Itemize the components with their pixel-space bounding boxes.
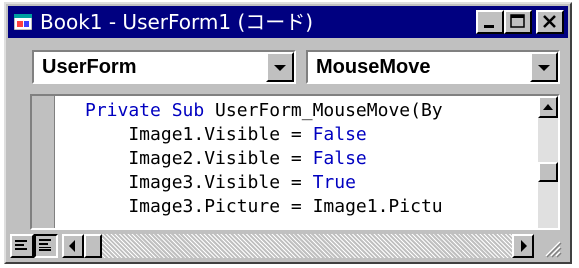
code-keyword: False (312, 148, 367, 169)
vertical-scrollbar[interactable] (538, 96, 558, 228)
code-line: Private Sub UserForm_MouseMove(By (85, 100, 443, 122)
horizontal-scrollbar[interactable] (62, 234, 534, 258)
maximize-button[interactable] (504, 10, 532, 34)
horizontal-scroll-thumb[interactable] (84, 234, 102, 258)
arrow-right-icon (521, 240, 527, 252)
code-text: Image1.Visible = (85, 124, 313, 145)
code-keyword: False (312, 124, 367, 145)
full-module-view-icon (39, 239, 51, 251)
code-line: Image3.Picture = Image1.Pictu (85, 196, 443, 218)
chevron-down-icon (538, 65, 550, 71)
vba-form-icon[interactable] (14, 14, 32, 30)
resize-grip-icon[interactable] (540, 236, 562, 258)
code-line: Image3.Visible = True (85, 172, 356, 194)
close-icon (543, 15, 556, 28)
code-window: Book1 - UserForm1 (コード) UserForm MouseMo… (4, 2, 572, 264)
title-bar[interactable]: Book1 - UserForm1 (コード) (8, 6, 568, 38)
object-dropdown-value: UserForm (42, 56, 137, 78)
procedure-view-icon (15, 240, 27, 250)
close-button[interactable] (536, 10, 564, 34)
object-dropdown[interactable]: UserForm (32, 50, 296, 84)
scroll-up-button[interactable] (538, 96, 558, 118)
full-module-view-button[interactable] (34, 234, 58, 258)
code-keyword: Private Sub (85, 100, 205, 121)
minimize-button[interactable] (476, 10, 504, 34)
maximize-icon (510, 14, 525, 28)
scroll-left-button[interactable] (62, 234, 84, 258)
window-title: Book1 - UserForm1 (コード) (40, 10, 314, 34)
arrow-left-icon (69, 240, 75, 252)
procedure-dropdown-button[interactable] (530, 52, 558, 82)
code-text: Image3.Picture = Image1.Pictu (85, 196, 443, 217)
code-line: Image2.Visible = False (85, 148, 367, 170)
code-text: UserForm_MouseMove(By (204, 100, 443, 121)
code-text: Image2.Visible = (85, 148, 313, 169)
code-pane: Private Sub UserForm_MouseMove(By Image1… (30, 94, 560, 230)
scroll-right-button[interactable] (512, 234, 534, 258)
code-editor[interactable]: Private Sub UserForm_MouseMove(By Image1… (55, 96, 538, 228)
procedure-view-button[interactable] (10, 234, 34, 258)
code-keyword: True (312, 172, 356, 193)
margin-indicator-bar[interactable] (32, 96, 55, 228)
object-dropdown-button[interactable] (266, 52, 294, 82)
vertical-scroll-thumb[interactable] (538, 162, 558, 182)
arrow-up-icon (543, 104, 553, 110)
procedure-dropdown-value: MouseMove (316, 56, 431, 78)
chevron-down-icon (274, 65, 286, 71)
bottom-toolbar (10, 232, 564, 260)
code-text: Image3.Visible = (85, 172, 313, 193)
code-line: Image1.Visible = False (85, 124, 367, 146)
procedure-dropdown[interactable]: MouseMove (306, 50, 560, 84)
minimize-icon (484, 25, 494, 28)
